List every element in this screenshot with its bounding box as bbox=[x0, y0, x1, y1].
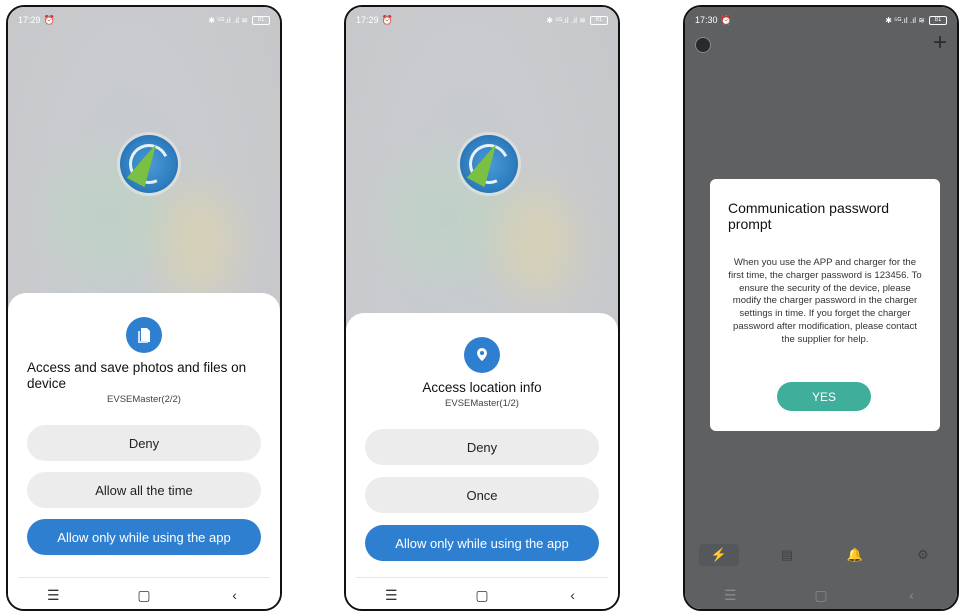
password-prompt-dialog: Communication password prompt When you u… bbox=[710, 179, 940, 431]
permission-title: Access location info bbox=[422, 380, 542, 395]
home-icon[interactable]: ▢ bbox=[129, 587, 159, 604]
evse-logo bbox=[460, 135, 518, 193]
navigation-bar: ☰ ▢ ‹ bbox=[685, 581, 957, 609]
menu-icon[interactable]: ☰ bbox=[715, 587, 745, 604]
status-bar: 17:30 ⏰ ✱ ⁵ᴳ.ıl .ıl ≋ 81 bbox=[695, 13, 947, 27]
signal-icons: ✱ ⁵ᴳ.ıl .ıl ≋ bbox=[208, 15, 248, 25]
phone-storage-permission: 17:29 ⏰ ✱ ⁵ᴳ.ıl .ıl ≋ 81 Access and save p… bbox=[6, 5, 282, 611]
alarm-icon: ⏰ bbox=[43, 14, 55, 25]
location-icon bbox=[464, 337, 500, 373]
phone-password-prompt: 17:30 ⏰ ✱ ⁵ᴳ.ıl .ıl ≋ 81 + Communication p… bbox=[683, 5, 959, 611]
permission-title: Access and save photos and files on devi… bbox=[27, 360, 247, 391]
tab-charge-bolt-icon[interactable]: ⚡ bbox=[699, 544, 739, 566]
navigation-bar: ☰ ▢ ‹ bbox=[346, 581, 618, 609]
signal-icons: ✱ ⁵ᴳ.ıl .ıl ≋ bbox=[885, 15, 925, 25]
signal-icons: ✱ ⁵ᴳ.ıl .ıl ≋ bbox=[546, 15, 586, 25]
background-blur-yellow bbox=[496, 187, 576, 297]
dialog-title: Communication password prompt bbox=[728, 200, 890, 232]
allow-while-using-button[interactable]: Allow only while using the app bbox=[365, 525, 599, 561]
battery-icon: 81 bbox=[590, 15, 608, 25]
add-icon[interactable]: + bbox=[933, 31, 947, 55]
battery-icon: 81 bbox=[252, 15, 270, 25]
nav-divider bbox=[356, 577, 608, 578]
menu-icon[interactable]: ☰ bbox=[376, 587, 406, 604]
allow-while-using-button[interactable]: Allow only while using the app bbox=[27, 519, 261, 555]
permission-subtitle: EVSEMaster(2/2) bbox=[107, 394, 181, 405]
file-icon bbox=[126, 317, 162, 353]
status-bar: 17:29 ⏰ ✱ ⁵ᴳ.ıl .ıl ≋ 81 bbox=[356, 13, 608, 27]
alarm-icon: ⏰ bbox=[720, 14, 732, 25]
bottom-tab-bar: ⚡ ▤ 🔔 ⚙ bbox=[685, 541, 957, 569]
permission-sheet: Access location info EVSEMaster(1/2) Den… bbox=[346, 313, 618, 609]
deny-button[interactable]: Deny bbox=[27, 425, 261, 461]
menu-icon[interactable]: ☰ bbox=[38, 587, 68, 604]
back-icon[interactable]: ‹ bbox=[220, 587, 250, 603]
home-icon[interactable]: ▢ bbox=[806, 587, 836, 604]
allow-all-time-button[interactable]: Allow all the time bbox=[27, 472, 261, 508]
permission-subtitle: EVSEMaster(1/2) bbox=[445, 398, 519, 409]
yes-button[interactable]: YES bbox=[777, 382, 871, 411]
dialog-body: When you use the APP and charger for the… bbox=[728, 257, 922, 345]
tab-alerts-bell-icon[interactable]: 🔔 bbox=[835, 544, 875, 566]
alarm-icon: ⏰ bbox=[381, 14, 393, 25]
home-icon[interactable]: ▢ bbox=[467, 587, 497, 604]
status-bar: 17:29 ⏰ ✱ ⁵ᴳ.ıl .ıl ≋ 81 bbox=[18, 13, 270, 27]
background-blur-yellow bbox=[158, 187, 238, 297]
avatar[interactable] bbox=[695, 37, 711, 53]
tab-settings-gear-icon[interactable]: ⚙ bbox=[903, 544, 943, 566]
back-icon[interactable]: ‹ bbox=[558, 587, 588, 603]
back-icon[interactable]: ‹ bbox=[897, 587, 927, 603]
evse-logo bbox=[120, 135, 178, 193]
nav-divider bbox=[18, 577, 270, 578]
tab-records-doc-icon[interactable]: ▤ bbox=[767, 544, 807, 566]
status-time: 17:30 bbox=[695, 15, 718, 25]
status-time: 17:29 bbox=[356, 15, 379, 25]
battery-icon: 81 bbox=[929, 15, 947, 25]
navigation-bar: ☰ ▢ ‹ bbox=[8, 581, 280, 609]
permission-sheet: Access and save photos and files on devi… bbox=[8, 293, 280, 609]
status-time: 17:29 bbox=[18, 15, 41, 25]
once-button[interactable]: Once bbox=[365, 477, 599, 513]
deny-button[interactable]: Deny bbox=[365, 429, 599, 465]
phone-location-permission: 17:29 ⏰ ✱ ⁵ᴳ.ıl .ıl ≋ 81 Access location i… bbox=[344, 5, 620, 611]
